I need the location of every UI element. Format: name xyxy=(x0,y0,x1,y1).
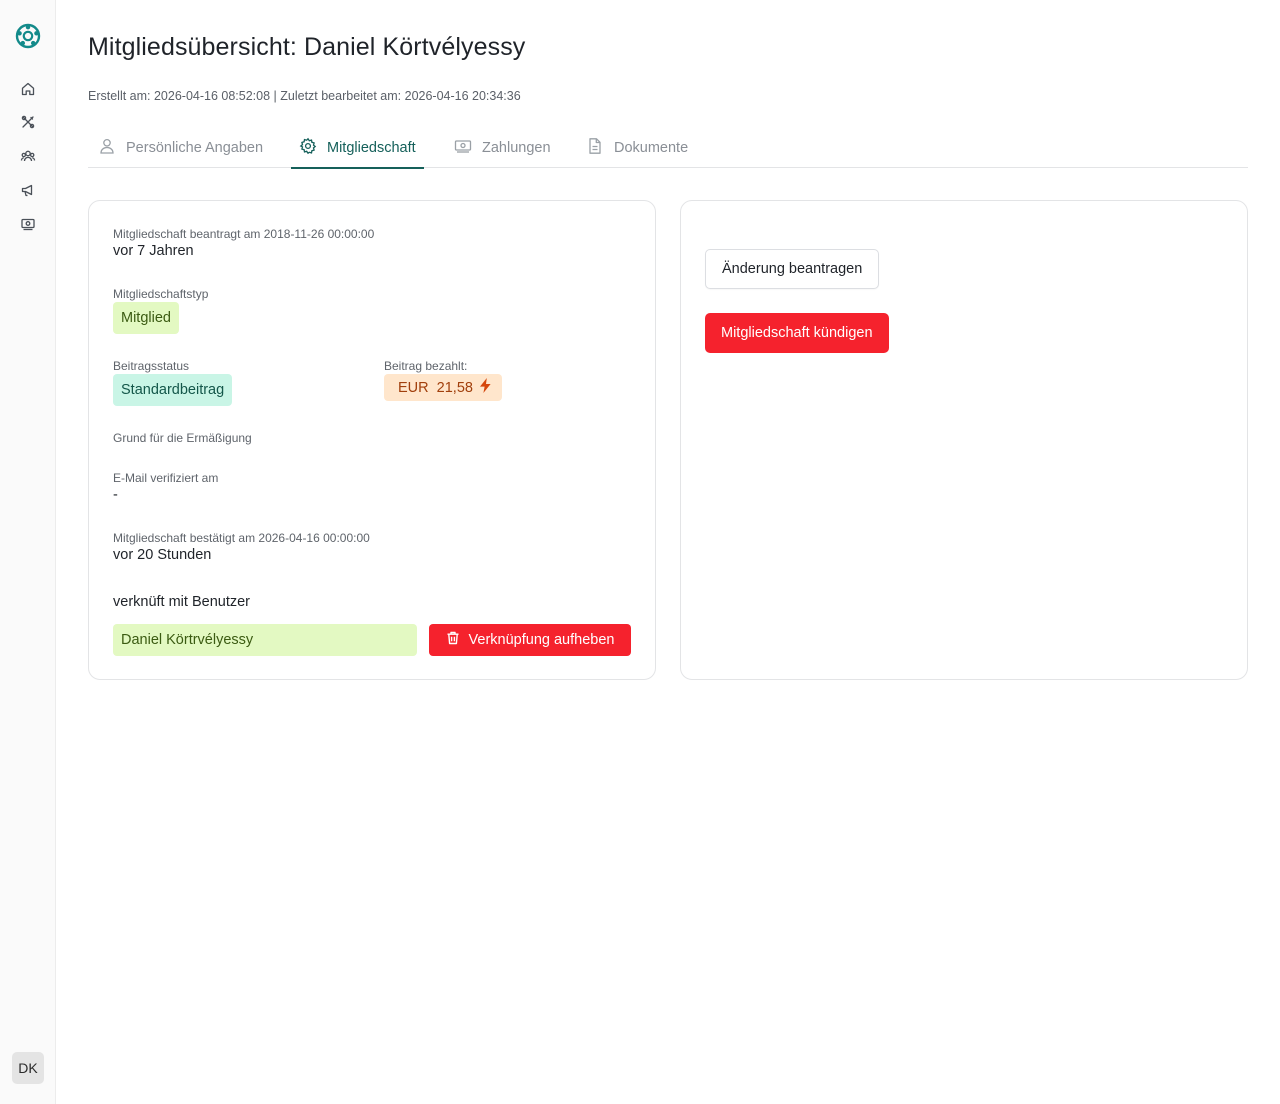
trash-icon xyxy=(446,631,460,649)
lightning-icon xyxy=(479,378,492,397)
tab-label: Persönliche Angaben xyxy=(126,140,264,156)
request-change-button[interactable]: Änderung beantragen xyxy=(705,249,880,289)
type-label: Mitgliedschaftstyp xyxy=(113,287,209,301)
linked-user-label: verknüft mit Benutzer xyxy=(113,594,250,610)
record-meta: Erstellt am: 2026-04-16 08:52:08 | Zulet… xyxy=(88,89,521,103)
page-title: Mitgliedsübersicht: Daniel Körtvélyessy xyxy=(88,33,526,61)
membership-type-badge: Mitglied xyxy=(113,302,179,334)
fee-paid-label: Beitrag bezahlt: xyxy=(384,359,468,373)
tools-icon[interactable] xyxy=(18,112,38,132)
tab-label: Zahlungen xyxy=(482,140,551,156)
document-icon xyxy=(586,137,604,159)
membership-actions-card: Änderung beantragen Mitgliedschaft kündi… xyxy=(680,200,1248,680)
avatar[interactable]: DK xyxy=(12,1052,44,1084)
fee-paid-badge: EUR 21,58 xyxy=(384,374,502,401)
email-verified-label: E-Mail verifiziert am xyxy=(113,471,219,485)
unlink-label: Verknüpfung aufheben xyxy=(468,632,615,648)
gear-icon xyxy=(299,137,317,159)
home-icon[interactable] xyxy=(18,79,38,99)
fee-status-label: Beitragsstatus xyxy=(113,359,190,373)
applied-label: Mitgliedschaft beantragt am 2018-11-26 0… xyxy=(113,227,375,241)
tab-membership[interactable]: Mitgliedschaft xyxy=(291,128,424,169)
applied-relative: vor 7 Jahren xyxy=(113,243,194,259)
linked-user-chip[interactable]: Daniel Körtrvélyessy xyxy=(113,624,417,656)
club-logo-icon[interactable] xyxy=(14,22,42,50)
tab-label: Mitgliedschaft xyxy=(327,140,416,156)
fee-status-badge: Standardbeitrag xyxy=(113,374,233,406)
cash-icon xyxy=(454,137,472,159)
confirmed-label: Mitgliedschaft bestätigt am 2026-04-16 0… xyxy=(113,531,370,545)
user-icon xyxy=(98,137,116,159)
megaphone-icon[interactable] xyxy=(18,180,38,200)
unlink-user-button[interactable]: Verknüpfung aufheben xyxy=(429,624,631,656)
payments-icon[interactable] xyxy=(18,214,38,234)
members-icon[interactable] xyxy=(18,146,38,166)
fee-paid-amount: EUR 21,58 xyxy=(398,379,473,396)
tab-payments[interactable]: Zahlungen xyxy=(454,128,551,168)
cancel-membership-button[interactable]: Mitgliedschaft kündigen xyxy=(705,313,889,353)
tab-documents[interactable]: Dokumente xyxy=(586,128,688,168)
sidebar: DK xyxy=(0,0,56,1104)
tab-label: Dokumente xyxy=(614,140,689,156)
membership-details-card: Mitgliedschaft beantragt am 2018-11-26 0… xyxy=(88,200,656,680)
tab-bar: Persönliche Angaben Mitgliedschaft Zahlu… xyxy=(88,128,1248,169)
reduction-label: Grund für die Ermäßigung xyxy=(113,431,252,445)
email-verified-value: - xyxy=(113,487,118,503)
tab-personal[interactable]: Persönliche Angaben xyxy=(98,128,263,168)
confirmed-relative: vor 20 Stunden xyxy=(113,547,212,563)
